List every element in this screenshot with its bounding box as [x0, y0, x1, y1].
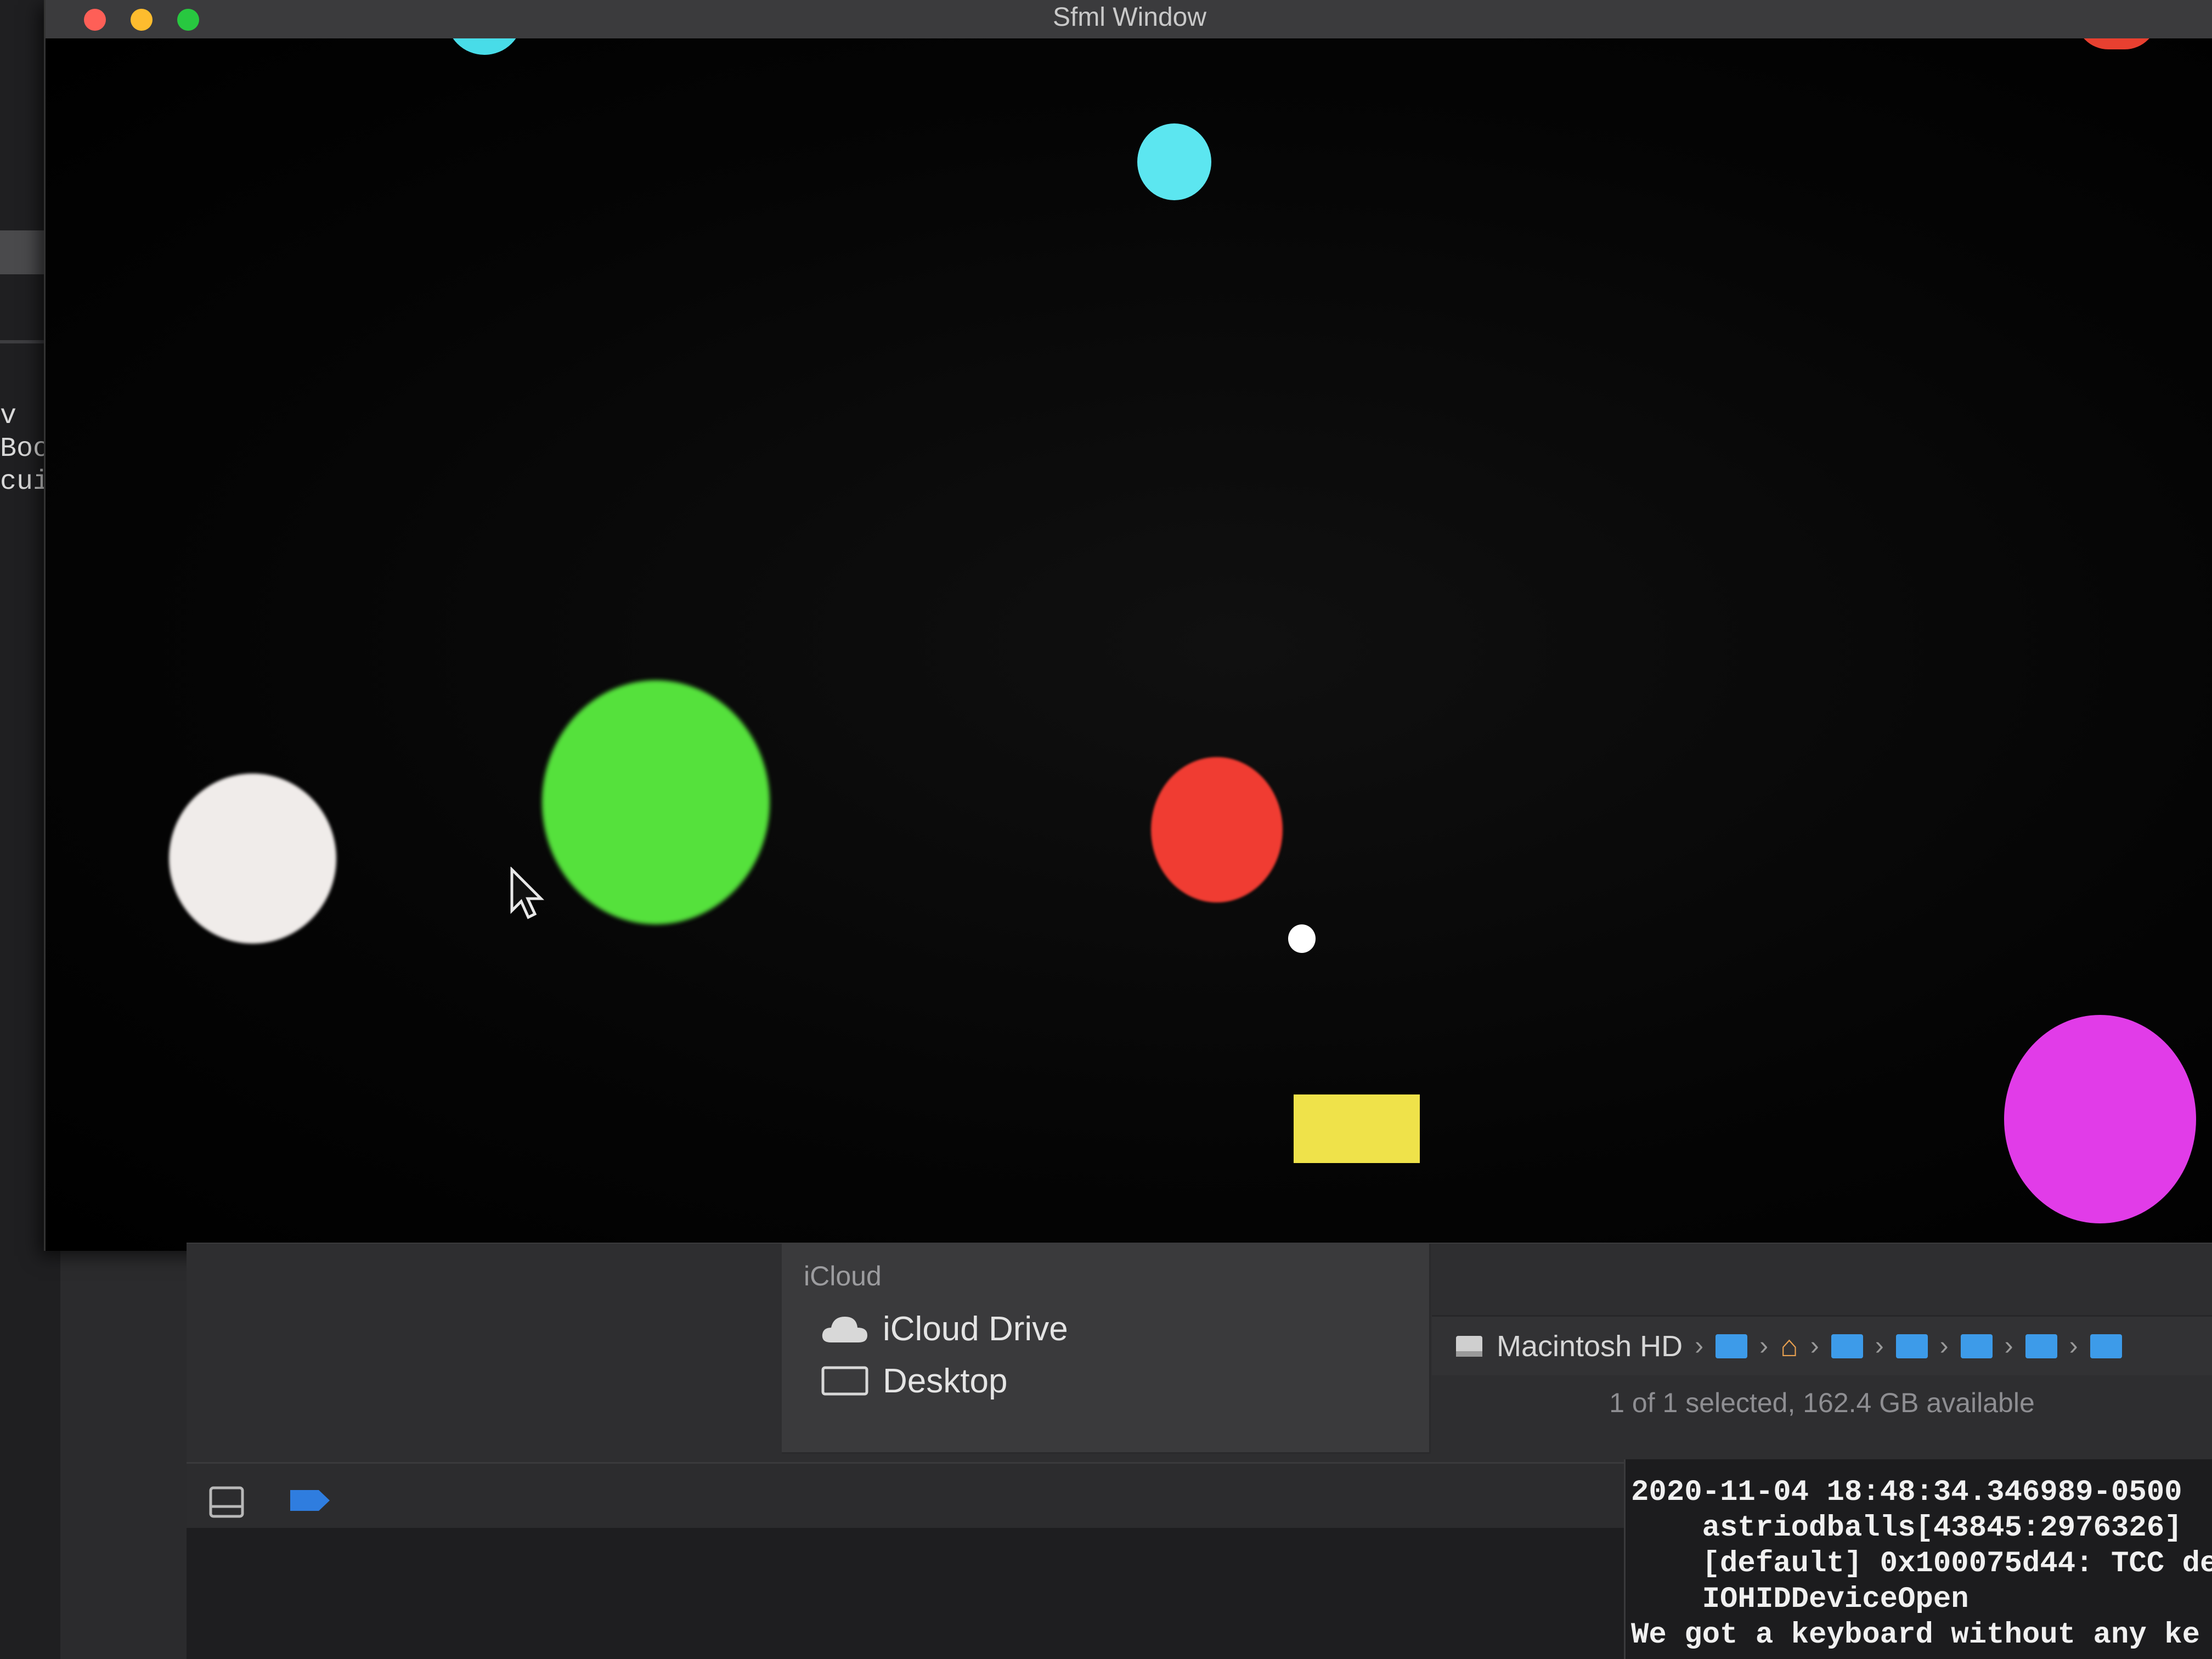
ball-cyan-top-edge: [446, 38, 523, 55]
folder-icon[interactable]: [1831, 1334, 1863, 1358]
chevron-right-icon: ›: [1695, 1331, 1704, 1361]
ball-red: [1151, 757, 1283, 902]
finder-sidebar: iCloud iCloud Drive Desktop: [782, 1244, 1431, 1454]
ball-small-white: [1288, 924, 1316, 953]
path-item-macintosh-hd[interactable]: Macintosh HD: [1497, 1329, 1683, 1363]
chevron-right-icon: ›: [1875, 1331, 1884, 1361]
ball-green: [542, 680, 770, 924]
console-line: IOHIDDeviceOpen: [1631, 1583, 1969, 1616]
game-canvas[interactable]: [46, 38, 2212, 1251]
window-title: Sfml Window: [1052, 3, 1207, 32]
console-line: astriodballs[43845:2976326]: [1631, 1511, 2182, 1545]
breakpoint-icon[interactable]: [288, 1487, 332, 1514]
folder-icon[interactable]: [1895, 1334, 1928, 1358]
mouse-cursor-icon: [510, 867, 545, 919]
sidebar-item-icloud-drive[interactable]: iCloud Drive: [820, 1304, 1068, 1353]
player-paddle: [1294, 1094, 1420, 1163]
folder-icon[interactable]: [1960, 1334, 1993, 1358]
chevron-right-icon: ›: [1939, 1331, 1949, 1361]
sidebar-heading: iCloud: [804, 1261, 882, 1291]
hard-drive-icon: [1456, 1335, 1482, 1357]
folder-icon[interactable]: [1716, 1334, 1748, 1358]
chevron-right-icon: ›: [1759, 1331, 1769, 1361]
ball-red-top-edge: [2075, 38, 2158, 49]
finder-panel: iCloud iCloud Drive Desktop Macintosh HD…: [187, 1243, 2212, 1463]
finder-status-bar: 1 of 1 selected, 162.4 GB available: [1432, 1375, 2212, 1430]
status-text: 1 of 1 selected, 162.4 GB available: [1609, 1387, 2035, 1418]
variables-view: [187, 1528, 1624, 1659]
hide-debug-area-icon[interactable]: [208, 1486, 245, 1519]
ball-white: [169, 774, 336, 944]
chevron-right-icon: ›: [2069, 1331, 2078, 1361]
desktop-icon: [821, 1366, 868, 1396]
window-titlebar[interactable]: Sfml Window: [46, 0, 2212, 40]
cloud-icon: [822, 1317, 867, 1342]
console-line: 2020-11-04 18:48:34.346989-0500: [1631, 1476, 2182, 1509]
console-line: [default] 0x100075d44: TCC de: [1631, 1547, 2212, 1581]
ball-cyan: [1137, 123, 1211, 200]
code-fragment: Boo: [0, 433, 50, 465]
sfml-window: Sfml Window: [44, 0, 2212, 1251]
home-icon[interactable]: ⌂: [1780, 1329, 1798, 1363]
folder-icon[interactable]: [2090, 1334, 2122, 1358]
finder-path-bar: Macintosh HD › › ⌂ › › › › ›: [1432, 1315, 2212, 1375]
chevron-right-icon: ›: [1810, 1331, 1819, 1361]
debug-console: 2020-11-04 18:48:34.346989-0500 astriodb…: [1624, 1459, 2212, 1659]
folder-icon[interactable]: [2025, 1334, 2057, 1358]
sidebar-item-label: iCloud Drive: [883, 1310, 1068, 1348]
sidebar-item-label: Desktop: [883, 1362, 1008, 1400]
sidebar-item-desktop[interactable]: Desktop: [820, 1359, 1007, 1403]
ball-magenta: [2004, 1015, 2196, 1223]
console-line: We got a keyboard without any ke: [1631, 1618, 2200, 1652]
chevron-right-icon: ›: [2004, 1331, 2013, 1361]
